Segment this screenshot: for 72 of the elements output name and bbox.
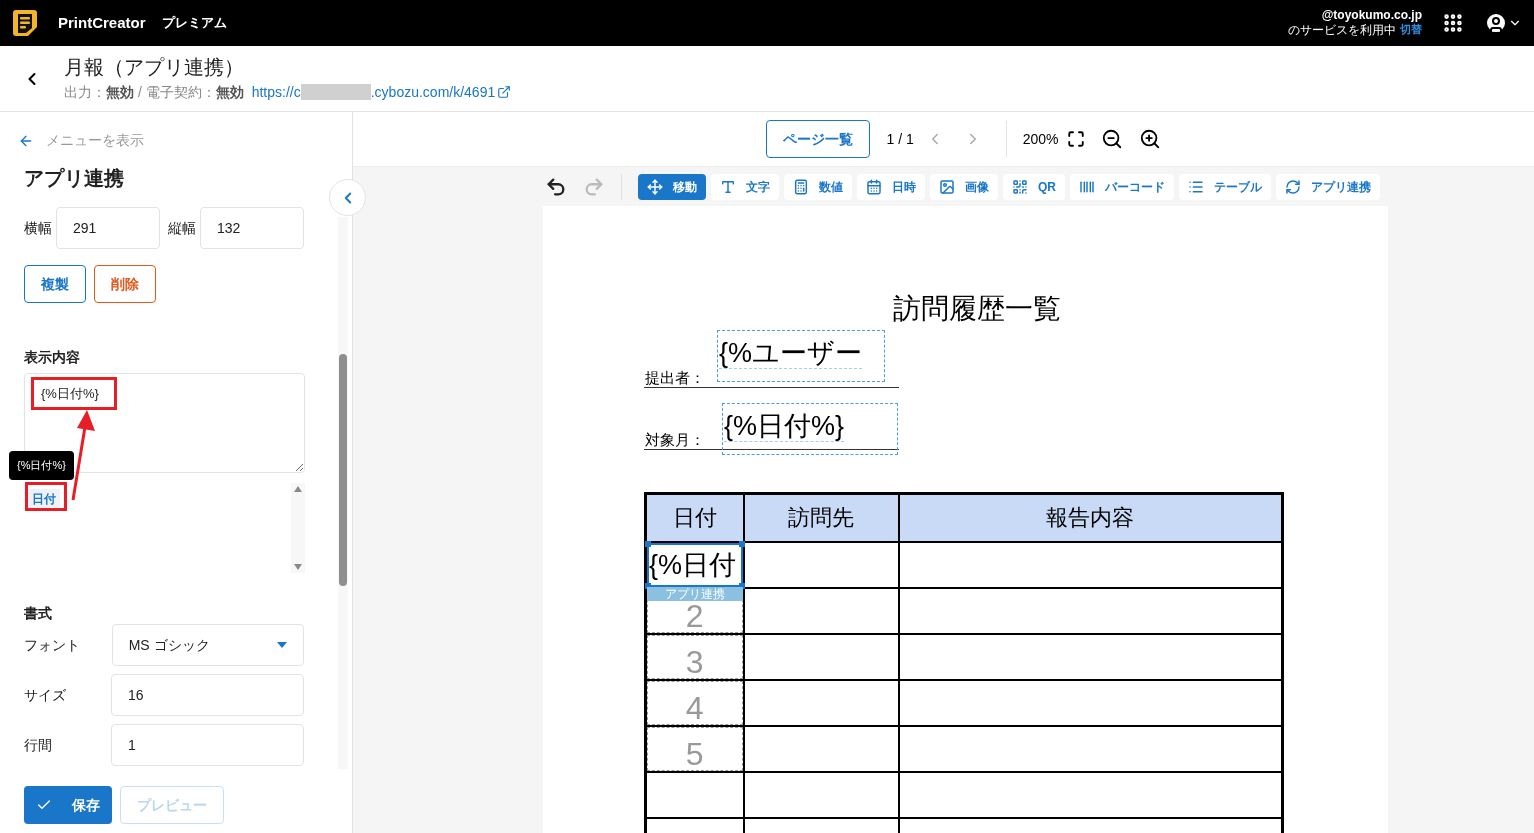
- refresh-icon: [1285, 178, 1301, 195]
- tool-button[interactable]: バーコード: [1070, 173, 1174, 200]
- panel-title: アプリ連携: [24, 166, 125, 191]
- field-label: 提出者：: [645, 367, 705, 388]
- repeat-element: 3: [647, 634, 743, 679]
- tool-button[interactable]: 日時: [857, 173, 925, 200]
- qr-code-icon: [1012, 178, 1028, 195]
- size-input[interactable]: 291: [56, 207, 160, 249]
- fit-screen-icon[interactable]: [1066, 130, 1085, 148]
- zoom-out-icon[interactable]: [1100, 128, 1123, 150]
- section-label: 表示内容: [24, 348, 81, 367]
- tool-button[interactable]: テーブル: [1179, 173, 1271, 200]
- placeholder-element[interactable]: {%日付%}: [722, 403, 898, 455]
- form-title: 月報（アプリ連携）: [64, 54, 245, 80]
- app-logo: [12, 9, 38, 37]
- selected-element[interactable]: {%日付: [647, 542, 743, 587]
- column-header: 日付: [645, 493, 744, 542]
- tool-button[interactable]: 数値: [784, 173, 852, 200]
- calculator-icon: [793, 178, 809, 195]
- repeat-element: 4: [647, 680, 743, 725]
- app-name: PrintCreator: [58, 12, 146, 33]
- apps-grid-icon[interactable]: [1442, 12, 1464, 34]
- repeat-element: 5: [647, 726, 743, 771]
- size-label: 縦幅: [168, 218, 196, 238]
- format-label: 行間: [24, 735, 53, 755]
- zoom-in-icon[interactable]: [1138, 128, 1161, 150]
- delete-button[interactable]: 削除: [94, 265, 156, 303]
- format-label: フォント: [24, 635, 81, 655]
- tool-button[interactable]: 文字: [711, 173, 779, 200]
- status-text: 出力：無効 / 電子契約：無効: [64, 82, 244, 102]
- calendar-icon: [866, 178, 882, 195]
- placeholder-element[interactable]: {%ユーザー: [717, 330, 885, 382]
- show-menu-link[interactable]: メニューを表示: [18, 130, 304, 151]
- duplicate-button[interactable]: 複製: [24, 265, 86, 303]
- image-icon: [939, 178, 955, 195]
- scroll-down-icon[interactable]: [293, 563, 303, 571]
- user-icon: [1484, 11, 1508, 35]
- scroll-up-icon[interactable]: [293, 485, 303, 493]
- column-header: 報告内容: [898, 493, 1283, 542]
- account-status: のサービスを利用中: [1288, 23, 1396, 38]
- highlight-frame: [25, 482, 67, 511]
- tool-button[interactable]: アプリ連携: [1276, 173, 1380, 200]
- account-email: @toyokumo.co.jp: [1321, 8, 1422, 23]
- save-button[interactable]: 保存: [24, 786, 112, 824]
- switch-link[interactable]: 切替: [1400, 23, 1422, 38]
- column-header: 訪問先: [743, 493, 899, 542]
- app-url-link[interactable]: https://c .cybozu.com/k/4691: [251, 81, 512, 103]
- font-select[interactable]: MS ゴシック: [111, 624, 304, 666]
- move-icon: [647, 178, 663, 195]
- tooltip: {%日付%}: [9, 451, 74, 480]
- size-label: 横幅: [24, 218, 52, 238]
- text-icon: [720, 178, 736, 195]
- format-input[interactable]: 1: [111, 724, 304, 766]
- zoom-level: 200%: [1022, 129, 1059, 149]
- redaction-mark: [300, 84, 371, 100]
- format-input[interactable]: 16: [111, 674, 304, 716]
- undo-icon[interactable]: [545, 175, 567, 198]
- size-input[interactable]: 132: [200, 207, 304, 249]
- page-indicator: 1 / 1: [886, 129, 914, 149]
- format-label: サイズ: [24, 685, 67, 705]
- section-label: 書式: [24, 604, 53, 623]
- tool-button[interactable]: 画像: [930, 173, 998, 200]
- tool-button[interactable]: QR: [1003, 173, 1065, 200]
- account-menu-button[interactable]: [1484, 11, 1522, 35]
- external-link-icon: [497, 85, 512, 99]
- field-chip[interactable]: 日付: [28, 489, 60, 509]
- document-title: 訪問履歴一覧: [892, 292, 1061, 326]
- plan-label: プレミアム: [161, 14, 227, 33]
- dropdown-caret-icon: [277, 642, 287, 648]
- field-label: 対象月：: [645, 429, 705, 450]
- tool-button[interactable]: 移動: [638, 173, 706, 200]
- page-list-button[interactable]: ページ一覧: [766, 120, 871, 158]
